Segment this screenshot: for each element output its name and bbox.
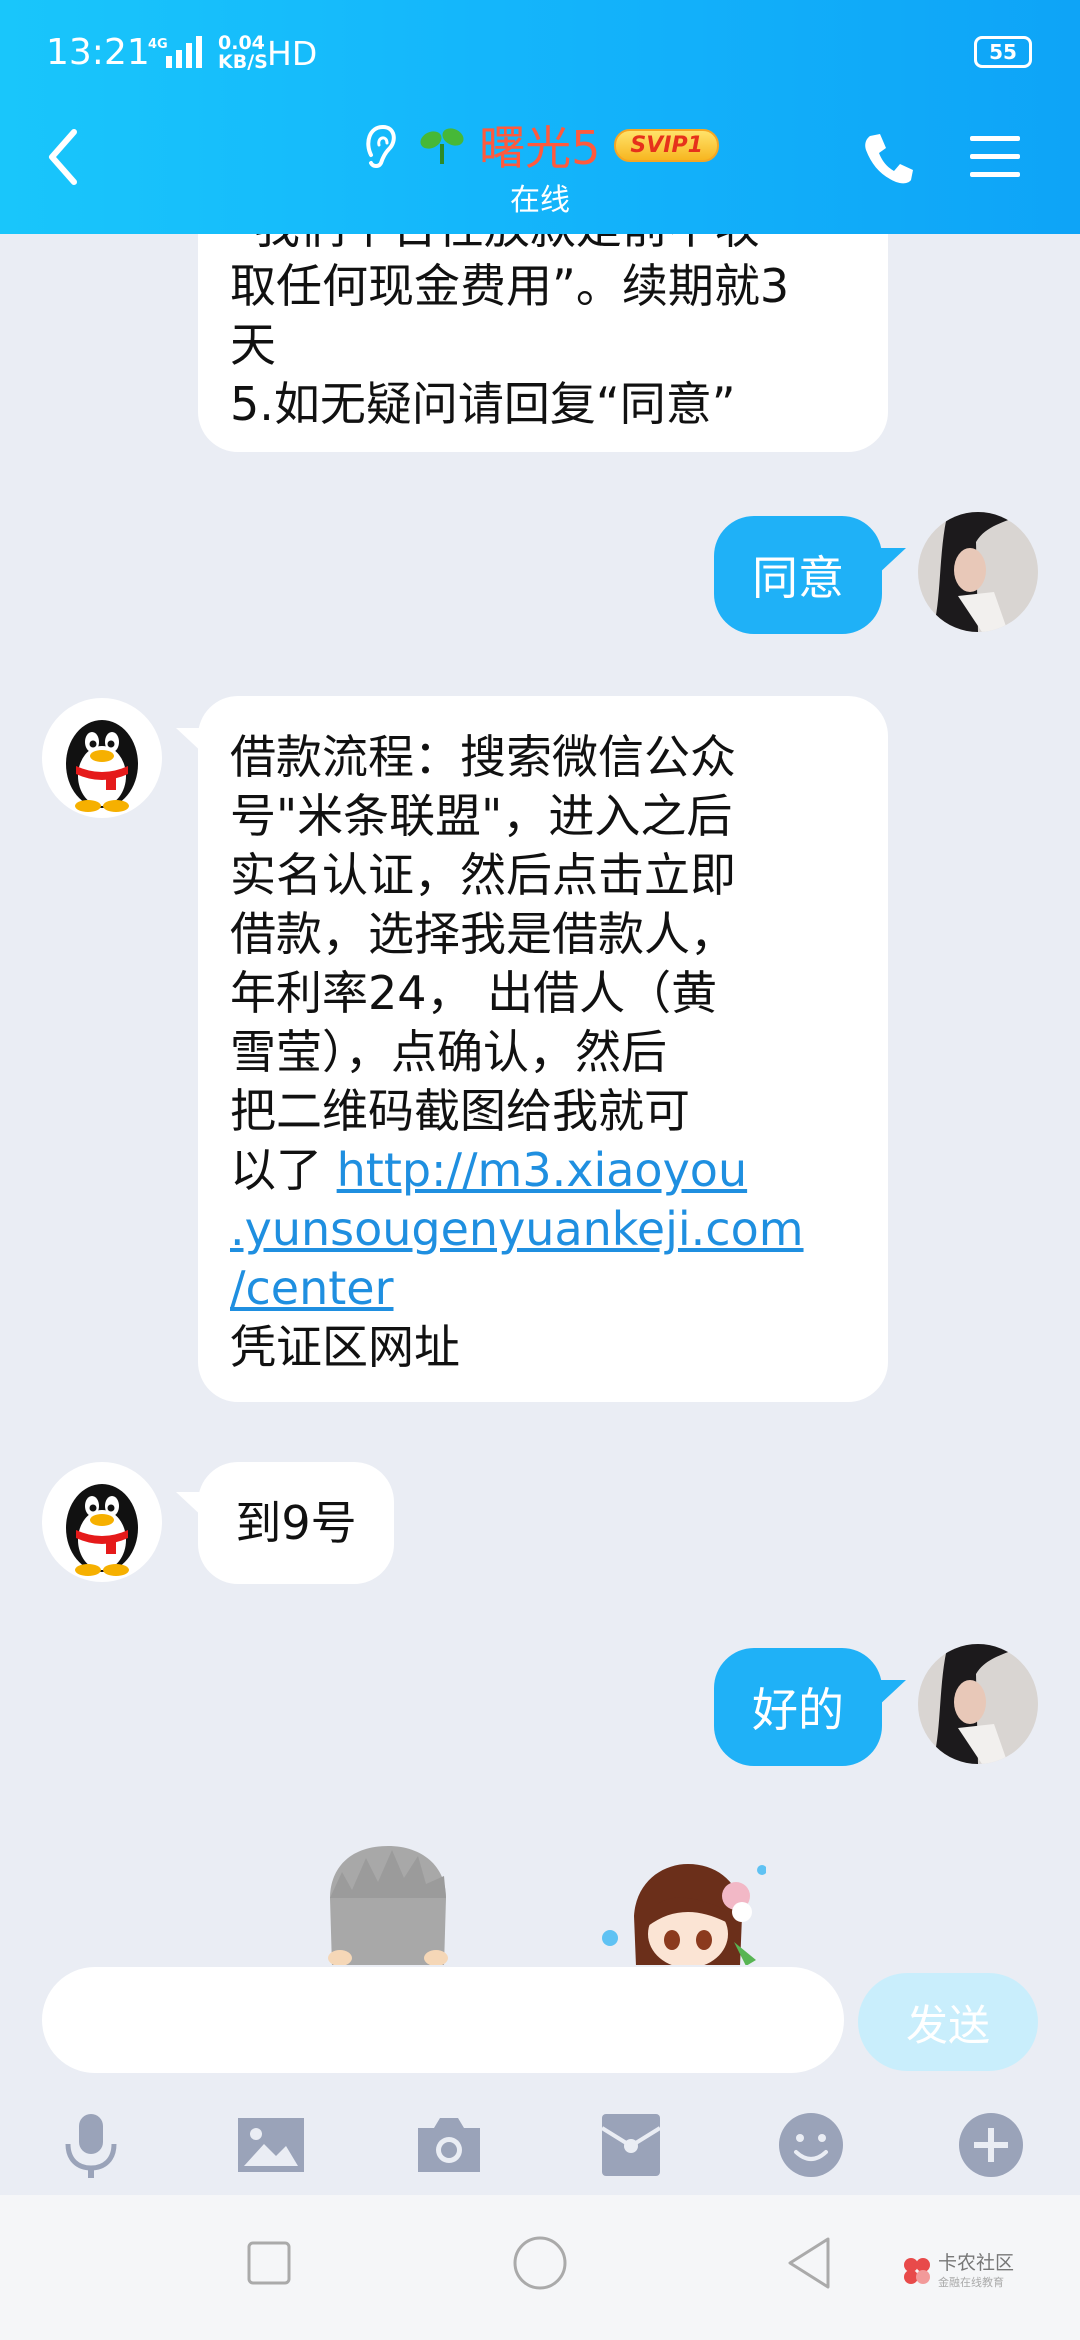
message-line: 把二维码截图给我就可: [230, 1084, 690, 1138]
my-avatar[interactable]: [918, 512, 1038, 632]
battery-icon: 55: [974, 36, 1032, 68]
message-line: 年利率24， 出借人（黄: [230, 966, 718, 1020]
network-speed: 0.04 KB/S: [218, 32, 268, 73]
send-button[interactable]: 发送: [858, 1973, 1038, 2071]
hd-indicator: HD: [267, 34, 318, 73]
chat-header: 13:21 4G 0.04 KB/S HD 55 曙光5 SVIP1 在线: [0, 0, 1080, 234]
recent-apps-icon[interactable]: [246, 2240, 292, 2286]
penguin-icon: [66, 1484, 138, 1576]
incoming-message[interactable]: 到9号: [198, 1462, 394, 1584]
contact-name: 曙光5: [479, 121, 601, 175]
penguin-icon: [66, 720, 138, 812]
red-packet-icon[interactable]: [596, 2110, 666, 2180]
home-icon[interactable]: [512, 2235, 568, 2291]
my-avatar[interactable]: [918, 1644, 1038, 1764]
status-bar: 13:21 4G 0.04 KB/S HD 55: [0, 0, 1080, 105]
network-type: 4G: [148, 37, 168, 52]
watermark-subtitle: 金融在线教育: [938, 2276, 1004, 2289]
message-input[interactable]: [42, 1967, 844, 2073]
url-link[interactable]: /center: [230, 1261, 394, 1315]
message-line: 借款，选择我是借款人，: [230, 907, 736, 961]
emoji-icon[interactable]: [776, 2110, 846, 2180]
contact-avatar[interactable]: [42, 1462, 162, 1582]
message-line: 5.如无疑问请回复“同意”: [230, 377, 736, 431]
mic-icon[interactable]: [56, 2110, 126, 2180]
message-line: 凭证区网址: [230, 1320, 460, 1374]
svip-badge: SVIP1: [614, 128, 719, 162]
outgoing-message[interactable]: 同意: [714, 516, 882, 634]
url-link[interactable]: http://m3.xiaoyou: [337, 1143, 747, 1197]
online-status: 在线: [510, 183, 570, 218]
camera-icon[interactable]: [414, 2110, 484, 2180]
status-time: 13:21: [46, 32, 150, 73]
message-line: 雪莹），点确认，然后: [230, 1025, 667, 1079]
contact-title[interactable]: 曙光5 SVIP1: [0, 110, 1080, 180]
sprout-icon: [420, 128, 464, 164]
message-line: /center: [230, 1259, 888, 1318]
message-line: 天: [230, 318, 276, 372]
contact-avatar[interactable]: [42, 698, 162, 818]
signal-icon: 4G: [148, 36, 202, 68]
incoming-message[interactable]: 借款流程：搜索微信公众 号"米条联盟"，进入之后 实名认证，然后点击立即 借款，…: [198, 696, 888, 1402]
bubble-tail: [876, 1680, 906, 1708]
watermark-title: 卡农社区: [938, 2252, 1015, 2274]
message-line: 号"米条联盟"，进入之后: [230, 789, 733, 843]
message-line: .yunsougenyuankeji.com: [230, 1200, 888, 1259]
watermark: 卡农社区 金融在线教育: [900, 2252, 1014, 2290]
plus-icon[interactable]: [956, 2110, 1026, 2180]
url-link[interactable]: .yunsougenyuankeji.com: [230, 1202, 804, 1256]
back-nav-icon[interactable]: [784, 2235, 834, 2291]
phone-icon[interactable]: [860, 130, 916, 186]
outgoing-message[interactable]: 好的: [714, 1648, 882, 1766]
message-line: 取任何现金费用”。续期就3: [230, 259, 790, 313]
bubble-tail: [876, 548, 906, 576]
image-icon[interactable]: [236, 2110, 306, 2180]
menu-icon[interactable]: [968, 132, 1022, 182]
gray-character-sticker: [328, 1846, 448, 1966]
ear-icon: [366, 124, 396, 168]
input-bar: 发送: [0, 1965, 1080, 2195]
kanong-logo-icon: [904, 2258, 930, 2284]
message-line: 借款流程：搜索微信公众: [230, 730, 736, 784]
anime-girl-sticker: [602, 1864, 766, 1966]
message-line: 以了 http://m3.xiaoyou: [230, 1143, 748, 1197]
message-line: 实名认证，然后点击立即: [230, 848, 736, 902]
